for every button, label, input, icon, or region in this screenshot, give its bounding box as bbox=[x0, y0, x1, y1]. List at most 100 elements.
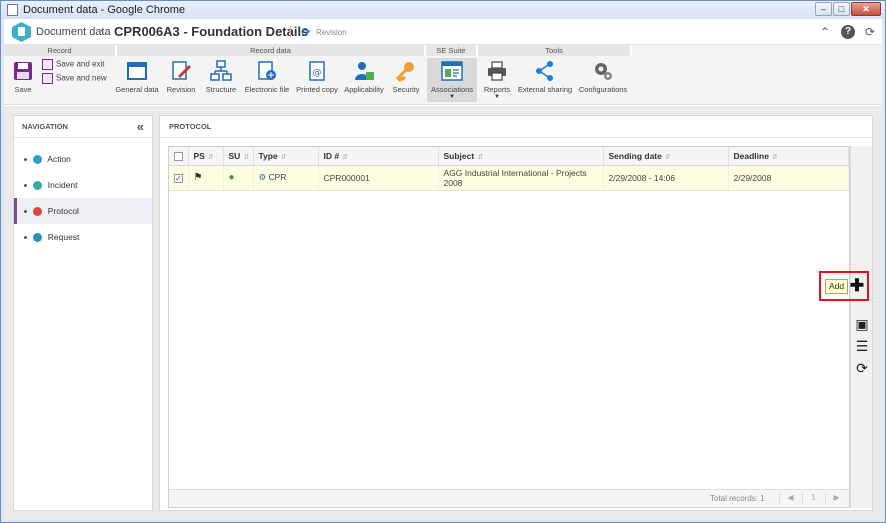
incident-icon bbox=[33, 181, 43, 191]
grid-toolbar: ▣ ☰ ⟳ bbox=[850, 146, 872, 508]
main-area: NAVIGATION « Action Incident Protocol Re… bbox=[4, 106, 882, 520]
next-page-button[interactable]: ▶ bbox=[825, 493, 847, 505]
configurations-button[interactable]: Configurations bbox=[577, 58, 629, 102]
nav-item-request[interactable]: Request bbox=[14, 224, 152, 250]
save-and-exit-button[interactable]: Save and exit bbox=[42, 59, 104, 70]
collapse-up-icon[interactable]: ⌃ bbox=[818, 25, 832, 39]
column-header-type[interactable]: Type ⇵ bbox=[253, 147, 319, 166]
edit-document-icon bbox=[172, 61, 191, 80]
ps-cell: ⚑ bbox=[188, 165, 224, 191]
column-header-deadline[interactable]: Deadline ⇵ bbox=[728, 147, 849, 166]
structure-icon bbox=[210, 60, 232, 81]
app-client: Document data › CPR006A3 - Foundation De… bbox=[4, 19, 882, 520]
help-icon[interactable]: ? bbox=[841, 25, 855, 39]
general-data-button[interactable]: General data bbox=[115, 58, 159, 102]
id-cell: CPR000001 bbox=[318, 165, 439, 191]
column-header-id[interactable]: ID # ⇵ bbox=[318, 147, 439, 166]
page-number: 1 bbox=[802, 493, 824, 505]
total-records: Total records: 1 bbox=[710, 494, 765, 503]
bullet-icon bbox=[24, 158, 27, 162]
column-header-sending-date[interactable]: Sending date ⇵ bbox=[603, 147, 729, 166]
group-se-suite: SE Suite bbox=[426, 45, 478, 56]
floppy-disk-icon bbox=[14, 62, 32, 80]
dropdown-caret-icon: ▼ bbox=[449, 94, 455, 100]
row-checkbox[interactable]: ✓ bbox=[169, 165, 189, 191]
view-record-icon[interactable]: ▣ bbox=[854, 316, 870, 332]
add-plus-icon[interactable]: ✚ bbox=[849, 277, 865, 294]
table-header-row: PS ⇵ SU ⇵ Type ⇵ ID # ⇵ Subject ⇵ Sending dat… bbox=[169, 147, 849, 166]
ribbon-toolbar: Record Record data SE Suite Tools Save S… bbox=[4, 45, 882, 105]
group-record-data: Record data bbox=[117, 45, 426, 56]
revision-icon[interactable]: ⟳ bbox=[301, 25, 311, 39]
printed-copy-button[interactable]: @ Printed copy bbox=[295, 58, 339, 102]
protocol-grid: PS ⇵ SU ⇵ Type ⇵ ID # ⇵ Subject ⇵ Sending dat… bbox=[168, 146, 850, 508]
bullet-icon bbox=[24, 184, 27, 188]
refresh-list-icon[interactable]: ⟳ bbox=[854, 360, 870, 376]
nav-item-incident[interactable]: Incident bbox=[14, 172, 152, 198]
navigation-panel: NAVIGATION « Action Incident Protocol Re… bbox=[13, 115, 153, 511]
column-header-ps[interactable]: PS ⇵ bbox=[188, 147, 224, 166]
share-icon bbox=[536, 61, 553, 81]
dropdown-caret-icon: ▼ bbox=[494, 94, 500, 100]
page-icon bbox=[7, 4, 18, 16]
revision-link[interactable]: Revision bbox=[316, 28, 347, 37]
minimize-button[interactable]: – bbox=[815, 2, 832, 16]
refresh-icon[interactable]: ⟳ bbox=[863, 25, 877, 39]
bullet-icon bbox=[24, 210, 27, 214]
page-title: CPR006A3 - Foundation Details bbox=[114, 24, 309, 39]
checkmark-icon[interactable]: ✓ bbox=[174, 173, 183, 183]
app-header: Document data › CPR006A3 - Foundation De… bbox=[4, 19, 882, 45]
document-logo-icon bbox=[12, 22, 31, 42]
previous-page-button[interactable]: ◀ bbox=[779, 493, 801, 505]
close-button[interactable]: ✕ bbox=[851, 2, 881, 16]
electronic-file-icon bbox=[258, 61, 276, 80]
external-sharing-button[interactable]: External sharing bbox=[516, 58, 574, 102]
browser-window: Document data - Google Chrome – □ ✕ Docu… bbox=[0, 0, 886, 523]
svg-text:@: @ bbox=[313, 68, 322, 78]
nav-item-protocol[interactable]: Protocol bbox=[14, 198, 152, 224]
electronic-file-button[interactable]: Electronic file bbox=[244, 58, 290, 102]
divider bbox=[290, 26, 291, 38]
select-all-checkbox[interactable] bbox=[169, 147, 189, 166]
status-mouse-icon: ● bbox=[228, 172, 235, 183]
structure-button[interactable]: Structure bbox=[203, 58, 239, 102]
user-icon bbox=[355, 62, 374, 80]
bullet-icon bbox=[24, 236, 27, 240]
panel-header: PROTOCOL bbox=[160, 116, 872, 138]
save-and-new-button[interactable]: Save and new bbox=[42, 73, 107, 84]
security-button[interactable]: Security bbox=[390, 58, 422, 102]
protocol-panel: PROTOCOL PS ⇵ SU ⇵ Type ⇵ ID # ⇵ Subject… bbox=[159, 115, 873, 511]
collapse-left-icon[interactable]: « bbox=[137, 116, 144, 138]
maximize-button[interactable]: □ bbox=[833, 2, 850, 16]
applicability-button[interactable]: Applicability bbox=[343, 58, 385, 102]
save-new-icon bbox=[42, 73, 53, 84]
add-tooltip: Add bbox=[825, 279, 849, 294]
revision-button[interactable]: Revision bbox=[164, 58, 198, 102]
title-bar: Document data - Google Chrome – □ ✕ bbox=[1, 1, 885, 19]
key-icon bbox=[395, 62, 414, 82]
deadline-cell: 2/29/2008 bbox=[728, 165, 849, 191]
subject-cell: AGG Industrial International - Projects … bbox=[438, 165, 604, 191]
grid-footer: Total records: 1 ◀ 1 ▶ bbox=[169, 489, 849, 507]
request-icon bbox=[33, 233, 43, 243]
gear-type-icon: ⚙ bbox=[258, 172, 267, 182]
column-header-subject[interactable]: Subject ⇵ bbox=[438, 147, 604, 166]
reports-button[interactable]: Reports ▼ bbox=[482, 58, 512, 102]
list-icon[interactable]: ☰ bbox=[854, 338, 870, 354]
associations-icon bbox=[441, 61, 463, 81]
save-exit-icon bbox=[42, 59, 53, 70]
window-title: Document data - Google Chrome bbox=[23, 4, 186, 16]
sending-date-cell: 2/29/2008 - 14:06 bbox=[603, 165, 729, 191]
save-button[interactable]: Save bbox=[8, 58, 38, 102]
navigation-header: NAVIGATION « bbox=[14, 116, 152, 138]
action-icon bbox=[33, 155, 43, 165]
printed-copy-icon: @ bbox=[309, 61, 325, 81]
associations-button[interactable]: Associations ▼ bbox=[427, 58, 477, 102]
table-row[interactable]: ✓ ⚑ ● ⚙ CPR CPR000001 AGG Industrial Int… bbox=[169, 165, 849, 191]
chevron-right-icon: › bbox=[100, 24, 105, 39]
checkered-flag-icon: ⚑ bbox=[193, 172, 203, 183]
column-header-su[interactable]: SU ⇵ bbox=[223, 147, 254, 166]
protocol-icon bbox=[33, 207, 43, 217]
protocol-table: PS ⇵ SU ⇵ Type ⇵ ID # ⇵ Subject ⇵ Sending dat… bbox=[169, 147, 849, 191]
nav-item-action[interactable]: Action bbox=[14, 146, 152, 172]
